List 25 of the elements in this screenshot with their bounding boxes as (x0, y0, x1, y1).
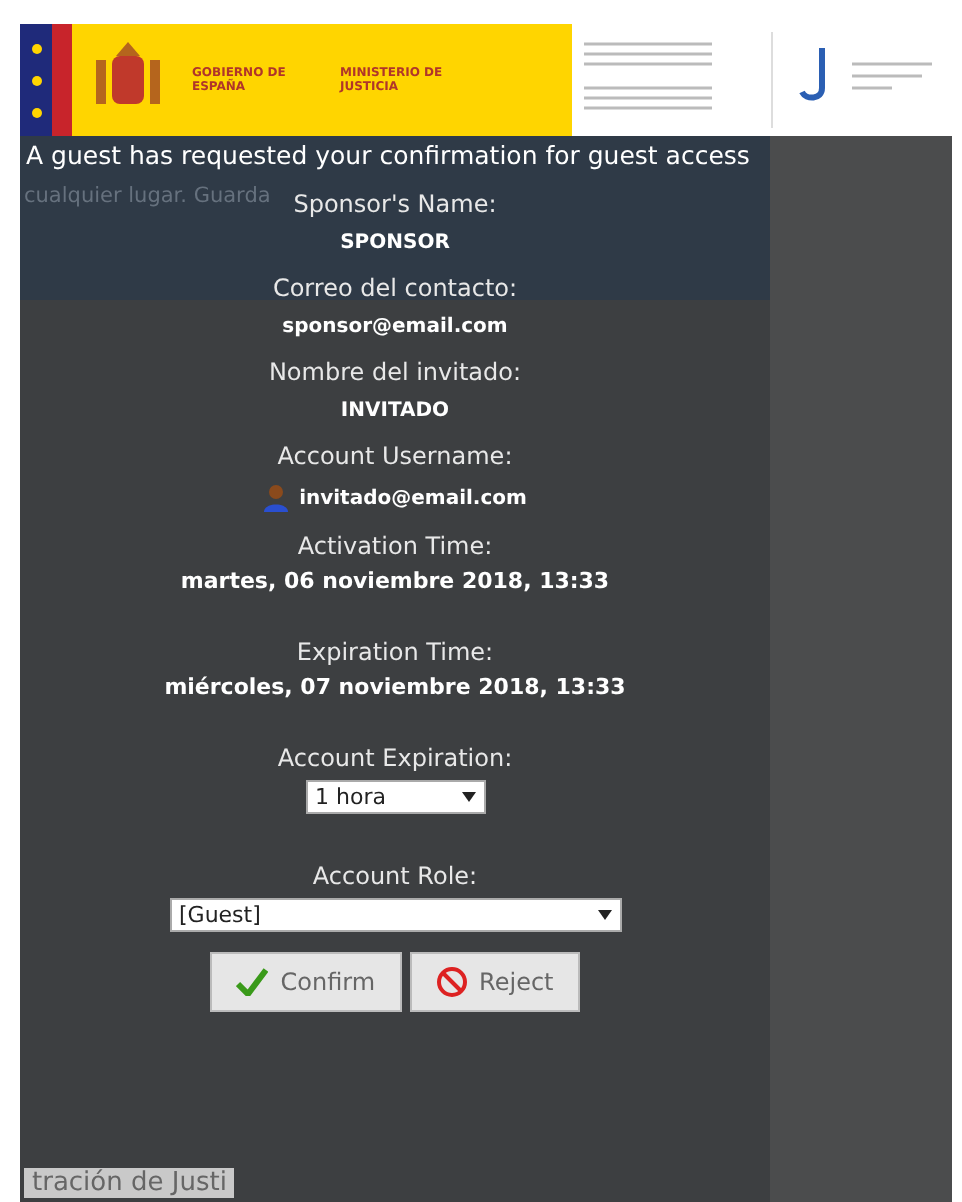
field-value: invitado@email.com (299, 487, 527, 509)
field-label: Sponsor's Name: (293, 190, 497, 218)
field-label: Account Expiration: (277, 744, 513, 772)
caret-icon (597, 910, 611, 920)
field-value: miércoles, 07 noviembre 2018, 13:33 (164, 674, 626, 700)
confirm-button[interactable]: Confirm (210, 952, 402, 1012)
field-label: Account Role: (312, 862, 478, 890)
expiration-dropdown[interactable]: 1 hora (305, 780, 485, 814)
field-label: Correo del contacto: (272, 274, 518, 302)
reject-button[interactable]: Reject (409, 952, 580, 1012)
caret-icon (461, 792, 475, 802)
field-value: SPONSOR (340, 232, 450, 254)
role-dropdown[interactable]: [Guest] (169, 898, 621, 932)
field-label: Account Username: (277, 442, 513, 470)
prohibited-icon (435, 966, 468, 998)
field-value: martes, 06 noviembre 2018, 13:33 (180, 568, 610, 594)
background-text: tración de Justi (24, 1168, 235, 1198)
field-label: Nombre del invitado: (268, 358, 522, 386)
checkmark-icon (236, 968, 269, 996)
field-label: Activation Time: (297, 532, 493, 560)
field-value: INVITADO (340, 400, 450, 422)
user-avatar-icon (263, 484, 288, 512)
field-value: sponsor@email.com (282, 316, 508, 338)
field-label: Expiration Time: (296, 638, 494, 666)
dialog-heading: A guest has requested your confirmation for guest access (26, 140, 750, 170)
